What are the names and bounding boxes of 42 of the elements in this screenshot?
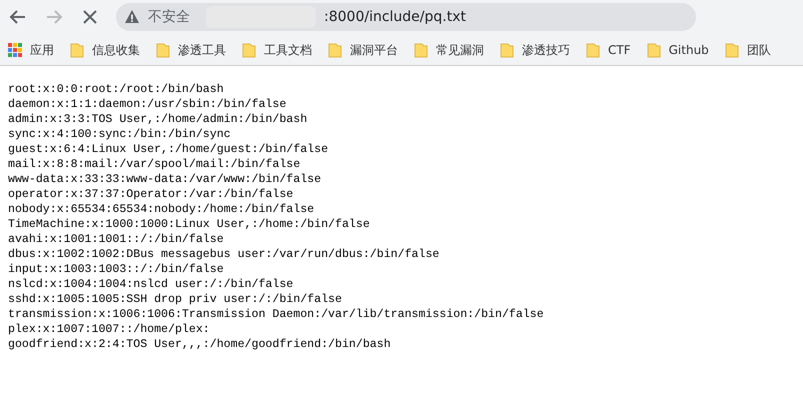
file-line: admin:x:3:3:TOS User,:/home/admin:/bin/bash [8, 112, 308, 127]
file-line: daemon:x:1:1:daemon:/usr/sbin:/bin/false [8, 97, 288, 112]
folder-icon [328, 42, 342, 58]
apps-grid-icon [8, 42, 22, 56]
file-line: dbus:x:1002:1002:DBus messagebus user:/var/run/dbus:/bin/false [8, 247, 440, 262]
file-line: TimeMachine:x:1000:1000:Linux User,:/home:/bin/false [8, 217, 371, 232]
file-line: nobody:x:65534:65534:nobody:/home:/bin/false [8, 202, 316, 217]
file-line: goodfriend:x:2:4:TOS User,,,:/home/goodfriend:/bin/bash [8, 337, 392, 352]
warning-icon [124, 9, 140, 25]
folder-icon [156, 42, 170, 58]
file-line: guest:x:6:4:Linux User,:/home/guest:/bin/false [8, 142, 330, 157]
file-line: transmission:x:1006:1006:Transmission Daemon:/var/lib/transmission:/bin/false [8, 307, 545, 322]
bookmark-item[interactable]: 渗透技巧 [500, 40, 570, 58]
folder-icon [242, 42, 256, 58]
bookmark-item[interactable]: 应用 [8, 40, 54, 58]
folder-icon [414, 42, 428, 58]
file-line: root:x:0:0:root:/root:/bin/bash [8, 82, 225, 97]
folder-icon [500, 42, 514, 58]
file-line: sync:x:4:100:sync:/bin:/bin/sync [8, 127, 232, 142]
bookmark-item[interactable]: CTF [586, 40, 631, 58]
bookmark-item[interactable]: Github [646, 40, 709, 58]
file-line: www-data:x:33:33:www-data:/var/www:/bin/false [8, 172, 322, 187]
url-text: :8000/include/pq.txt [324, 8, 466, 26]
bookmark-item[interactable]: 渗透工具 [156, 40, 226, 58]
file-line: sshd:x:1005:1005:SSH drop priv user:/:/bin/false [8, 292, 343, 307]
bookmark-item[interactable]: 常见漏洞 [414, 40, 484, 58]
folder-icon [646, 42, 661, 58]
security-label: 不安全 [148, 8, 190, 26]
file-line: input:x:1003:1003::/:/bin/false [8, 262, 225, 277]
bookmark-item[interactable]: 工具文档 [242, 40, 312, 58]
folder-icon [586, 42, 600, 58]
bookmark-item[interactable]: 团队 [724, 40, 771, 58]
folder-icon [70, 42, 84, 58]
file-line: nslcd:x:1004:1004:nslcd user:/:/bin/false [8, 277, 294, 292]
bookmark-item[interactable]: 信息收集 [70, 40, 140, 58]
file-line: plex:x:1007:1007::/home/plex: [8, 322, 211, 337]
file-line: mail:x:8:8:mail:/var/spool/mail:/bin/false [8, 157, 302, 172]
file-line: avahi:x:1001:1001::/:/bin/false [8, 232, 225, 247]
bookmark-item[interactable]: 漏洞平台 [328, 40, 398, 58]
file-line: operator:x:37:37:Operator:/var:/bin/false [8, 187, 294, 202]
folder-icon [724, 42, 739, 58]
address-bar[interactable]: 不安全 :8000/include/pq.txt [116, 3, 696, 31]
